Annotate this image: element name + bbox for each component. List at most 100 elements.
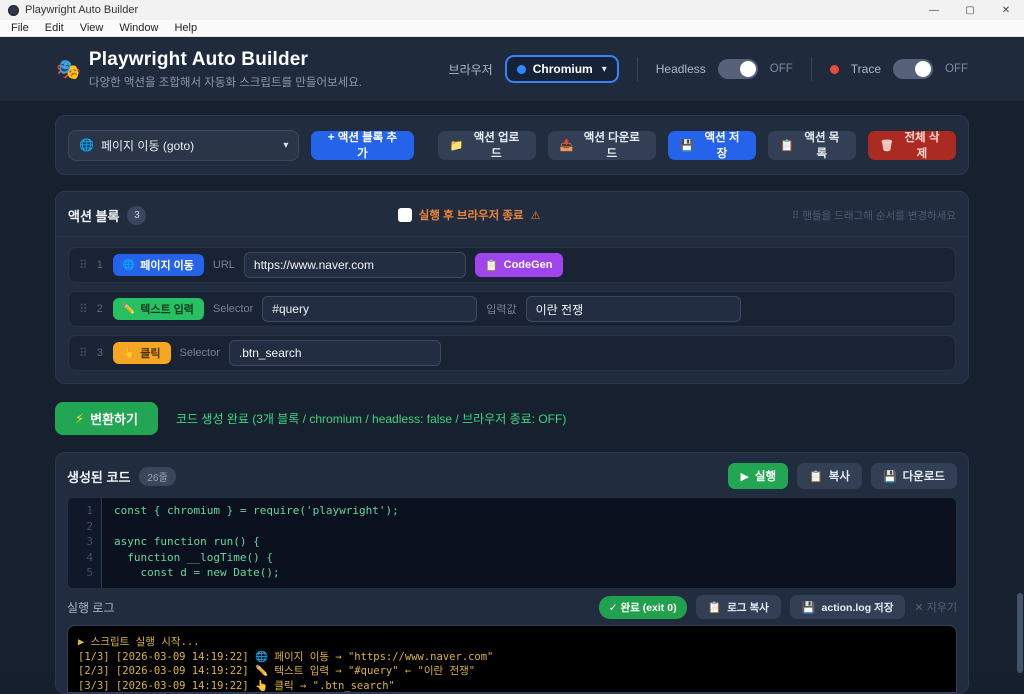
globe-icon: 🌐 bbox=[79, 138, 94, 152]
action-save-button[interactable]: 💾 액션 저장 bbox=[668, 131, 756, 160]
log-line: [2/3] [2026-03-09 14:19:22] ✏️ 텍스트 입력 → … bbox=[78, 663, 946, 678]
row-number: 1 bbox=[96, 259, 104, 271]
chromium-dot-icon bbox=[517, 65, 526, 74]
drag-hint: ⠿ 핸들을 드래그해 순서를 변경하세요 bbox=[792, 208, 956, 223]
trace-dot-icon bbox=[830, 65, 839, 74]
menu-view[interactable]: View bbox=[73, 21, 111, 35]
copy-log-button[interactable]: 📋 로그 복사 bbox=[696, 595, 781, 619]
url-input[interactable]: https://www.naver.com bbox=[244, 252, 466, 278]
globe-icon: 🌐 bbox=[123, 260, 135, 271]
action-row-click: ⠿ 3 👆 클릭 Selector .btn_search bbox=[68, 335, 956, 371]
clear-log-button[interactable]: ✕ 지우기 bbox=[914, 599, 957, 615]
action-upload-button[interactable]: 📁 액션 업로드 bbox=[438, 131, 536, 160]
log-line: ▶ 스크립트 실행 시작... bbox=[78, 634, 946, 649]
window-title: Playwright Auto Builder bbox=[25, 4, 138, 16]
drag-handle-icon[interactable]: ⠿ bbox=[79, 258, 87, 272]
add-action-block-button[interactable]: + 액션 블록 추가 bbox=[311, 131, 413, 160]
drag-handle-icon[interactable]: ⠿ bbox=[79, 346, 87, 360]
divider bbox=[56, 236, 968, 237]
row-number: 3 bbox=[96, 347, 104, 359]
maximize-button[interactable]: ▢ bbox=[952, 0, 988, 20]
selector-input[interactable]: .btn_search bbox=[229, 340, 441, 366]
url-label: URL bbox=[213, 259, 235, 271]
browser-label: 브라우저 bbox=[449, 61, 493, 78]
save-icon: 💾 bbox=[802, 601, 816, 614]
line-number-gutter: 1 2 3 4 5 bbox=[68, 498, 102, 588]
chevron-down-icon: ▾ bbox=[602, 64, 607, 75]
code-lines: const { chromium } = require('playwright… bbox=[102, 498, 399, 588]
trace-label: Trace bbox=[851, 62, 881, 76]
row-number: 2 bbox=[96, 303, 104, 315]
codegen-button[interactable]: 📋 CodeGen bbox=[475, 253, 563, 277]
divider bbox=[637, 57, 638, 81]
trash-icon: 🗑 bbox=[880, 139, 894, 152]
chevron-down-icon: ▾ bbox=[283, 140, 288, 151]
code-title: 생성된 코드 bbox=[67, 467, 130, 486]
menubar: File Edit View Window Help bbox=[0, 20, 1024, 37]
action-list-button[interactable]: 📋 액션 목록 bbox=[768, 131, 856, 160]
selector-label: Selector bbox=[213, 303, 253, 315]
log-line: [MB_DONE] All actions finished bbox=[78, 692, 946, 693]
save-icon: 💾 bbox=[883, 470, 897, 483]
log-line: [3/3] [2026-03-09 14:19:22] 👆 클릭 → ".btn… bbox=[78, 678, 946, 693]
action-type-select[interactable]: 🌐 페이지 이동 (goto) ▾ bbox=[68, 130, 299, 161]
vertical-scrollbar[interactable] bbox=[1017, 593, 1023, 673]
action-row-goto: ⠿ 1 🌐 페이지 이동 URL https://www.naver.com 📋… bbox=[68, 247, 956, 283]
menu-window[interactable]: Window bbox=[112, 21, 165, 35]
browser-select[interactable]: Chromium ▾ bbox=[505, 55, 619, 83]
headless-state: OFF bbox=[770, 63, 793, 75]
clipboard-icon: 📋 bbox=[780, 139, 794, 152]
convert-button[interactable]: ⚡ 변환하기 bbox=[55, 402, 158, 435]
pointer-icon: 👆 bbox=[123, 348, 135, 359]
close-browser-checkbox[interactable] bbox=[398, 208, 412, 222]
drag-handle-icon[interactable]: ⠿ bbox=[79, 302, 87, 316]
warning-icon: ⚠ bbox=[531, 209, 541, 222]
divider bbox=[811, 57, 812, 81]
headless-toggle[interactable] bbox=[718, 59, 758, 79]
selector-input[interactable]: #query bbox=[262, 296, 477, 322]
masks-icon: 🎭 bbox=[56, 57, 81, 82]
titlebar: Playwright Auto Builder — ▢ ✕ bbox=[0, 0, 1024, 20]
action-row-type-text: ⠿ 2 ✏️ 텍스트 입력 Selector #query 입력값 이란 전쟁 bbox=[68, 291, 956, 327]
action-download-button[interactable]: 📥 액션 다운로드 bbox=[548, 131, 657, 160]
run-button[interactable]: ▶ 실행 bbox=[728, 463, 788, 489]
blocks-title: 액션 블록 bbox=[68, 206, 119, 225]
menu-edit[interactable]: Edit bbox=[38, 21, 71, 35]
line-count-badge: 26줄 bbox=[139, 467, 175, 486]
browser-select-value: Chromium bbox=[533, 62, 593, 76]
action-blocks-panel: 액션 블록 3 실행 후 브라우저 종료 ⚠ ⠿ 핸들을 드래그해 순서를 변경… bbox=[55, 191, 969, 384]
page-subtitle: 다양한 액션을 조합해서 자동화 스크립트를 만들어보세요. bbox=[89, 74, 362, 90]
app-surface: 🎭 Playwright Auto Builder 다양한 액션을 조합해서 자… bbox=[0, 37, 1024, 674]
save-icon: 💾 bbox=[680, 139, 694, 152]
bolt-icon: ⚡ bbox=[75, 411, 84, 427]
action-type-pill: 🌐 페이지 이동 bbox=[113, 254, 204, 276]
value-input[interactable]: 이란 전쟁 bbox=[526, 296, 741, 322]
code-log-panel: 생성된 코드 26줄 ▶ 실행 📋 복사 💾 다운로드 bbox=[55, 452, 969, 694]
menu-file[interactable]: File bbox=[4, 21, 36, 35]
minimize-button[interactable]: — bbox=[916, 0, 952, 20]
log-output[interactable]: ▶ 스크립트 실행 시작... [1/3] [2026-03-09 14:19:… bbox=[67, 625, 957, 693]
close-button[interactable]: ✕ bbox=[988, 0, 1024, 20]
download-code-button[interactable]: 💾 다운로드 bbox=[871, 463, 957, 489]
action-toolbar: 🌐 페이지 이동 (goto) ▾ + 액션 블록 추가 📁 액션 업로드 📥 … bbox=[55, 115, 969, 175]
action-type-value: 페이지 이동 (goto) bbox=[101, 137, 194, 154]
action-type-pill: ✏️ 텍스트 입력 bbox=[113, 298, 204, 320]
copy-code-button[interactable]: 📋 복사 bbox=[797, 463, 862, 489]
log-title: 실행 로그 bbox=[67, 599, 115, 616]
clipboard-icon: 📋 bbox=[809, 470, 823, 483]
value-label: 입력값 bbox=[486, 301, 516, 317]
close-browser-label: 실행 후 브라우저 종료 bbox=[419, 207, 524, 223]
app-icon bbox=[8, 5, 19, 16]
clipboard-icon: 📋 bbox=[485, 259, 499, 272]
trace-toggle[interactable] bbox=[893, 59, 933, 79]
pencil-icon: ✏️ bbox=[123, 304, 135, 315]
exit-status-badge: ✓ 완료 (exit 0) bbox=[599, 596, 687, 619]
trace-state: OFF bbox=[945, 63, 968, 75]
delete-all-button[interactable]: 🗑 전체 삭제 bbox=[868, 131, 956, 160]
download-tray-icon: 📥 bbox=[560, 139, 574, 152]
menu-help[interactable]: Help bbox=[167, 21, 204, 35]
code-editor[interactable]: 1 2 3 4 5 const { chromium } = require('… bbox=[67, 497, 957, 589]
selector-label: Selector bbox=[180, 347, 220, 359]
folder-icon: 📁 bbox=[450, 139, 464, 152]
save-log-button[interactable]: 💾 action.log 저장 bbox=[790, 595, 906, 619]
